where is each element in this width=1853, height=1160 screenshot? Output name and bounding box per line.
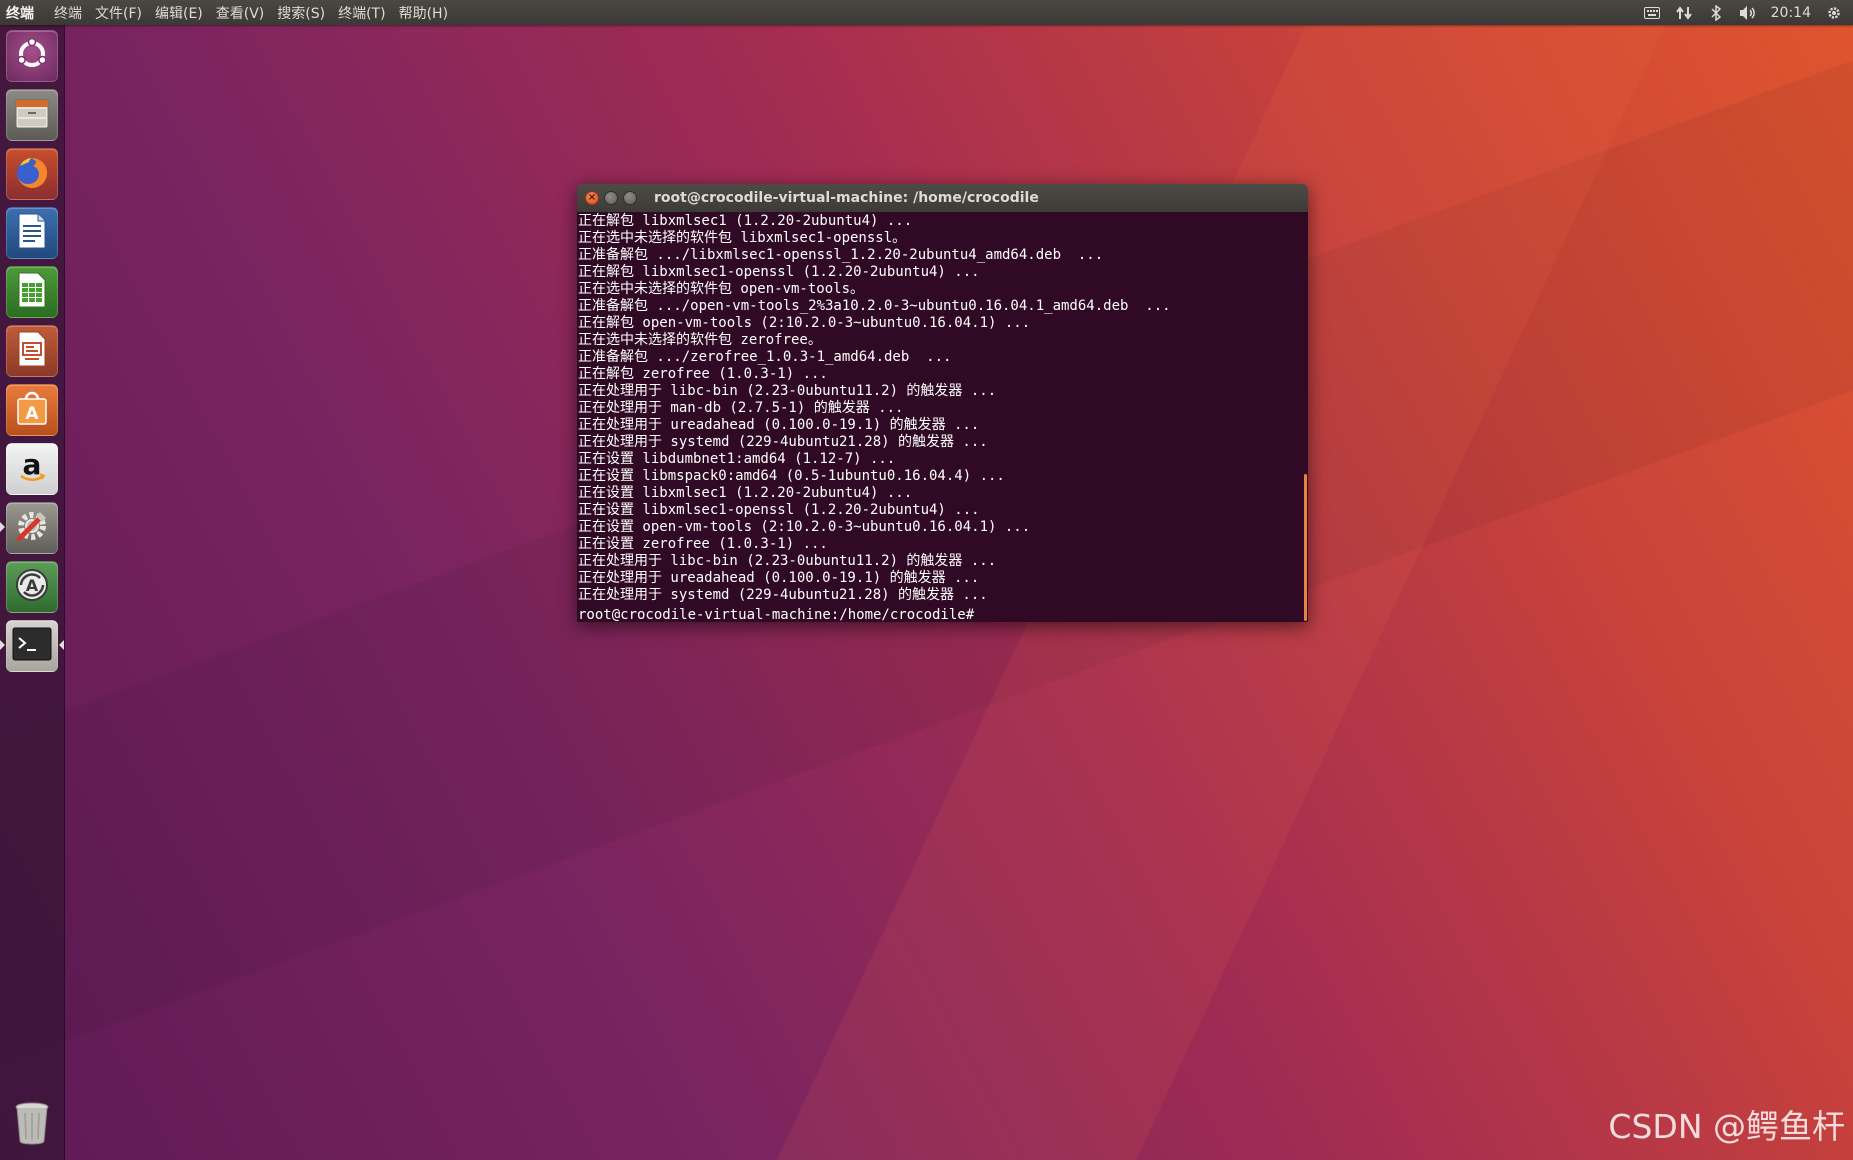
terminal-line: 正准备解包 .../libxmlsec1-openssl_1.2.20-2ubu… bbox=[578, 247, 1104, 263]
terminal-line: 正在设置 libdumbnet1:amd64 (1.12-7) ... bbox=[578, 451, 896, 467]
launcher-files[interactable] bbox=[6, 89, 58, 141]
launcher-firefox[interactable] bbox=[6, 148, 58, 200]
software-bag-icon: A bbox=[13, 389, 51, 431]
launcher-dash-home[interactable] bbox=[6, 30, 58, 82]
terminal-icon bbox=[12, 627, 52, 665]
amazon-icon: a bbox=[13, 448, 51, 490]
terminal-line: 正在处理用于 libc-bin (2.23-0ubuntu11.2) 的触发器 … bbox=[578, 553, 997, 569]
launcher-amazon[interactable]: a bbox=[6, 443, 58, 495]
launcher-system-settings[interactable] bbox=[6, 502, 58, 554]
window-titlebar[interactable]: × root@crocodile-virtual-machine: /home/… bbox=[577, 184, 1308, 212]
launcher-libreoffice-impress[interactable] bbox=[6, 325, 58, 377]
terminal-line: 正在处理用于 systemd (229-4ubuntu21.28) 的触发器 .… bbox=[578, 587, 988, 603]
calc-spreadsheet-icon bbox=[15, 271, 49, 313]
active-app-name: 终端 bbox=[6, 5, 34, 22]
desktop-wallpaper: 终端 终端 文件(F) 编辑(E) 查看(V) 搜索(S) 终端(T) 帮助(H… bbox=[0, 0, 1853, 1160]
window-title: root@crocodile-virtual-machine: /home/cr… bbox=[654, 190, 1039, 206]
terminal-line: 正在解包 zerofree (1.0.3-1) ... bbox=[578, 366, 828, 382]
launcher-software-updater[interactable]: A bbox=[6, 561, 58, 613]
keyboard-icon[interactable] bbox=[1643, 4, 1661, 22]
close-icon: × bbox=[587, 192, 597, 203]
prompt-text: root@crocodile-virtual-machine:/home/cro… bbox=[578, 607, 975, 622]
ubuntu-logo-icon bbox=[15, 37, 49, 75]
terminal-line: 正在处理用于 systemd (229-4ubuntu21.28) 的触发器 .… bbox=[578, 434, 988, 450]
launcher-ubuntu-software[interactable]: A bbox=[6, 384, 58, 436]
settings-tools-icon bbox=[12, 506, 52, 550]
terminal-line: 正在处理用于 ureadahead (0.100.0-19.1) 的触发器 ..… bbox=[578, 570, 980, 586]
menu-view[interactable]: 查看(V) bbox=[210, 3, 271, 23]
menu-terminal-t[interactable]: 终端(T) bbox=[332, 3, 391, 23]
terminal-line: 正在设置 open-vm-tools (2:10.2.0-3~ubuntu0.1… bbox=[578, 519, 1031, 535]
terminal-scrollbar[interactable] bbox=[1304, 474, 1307, 621]
network-arrows-icon[interactable] bbox=[1675, 4, 1693, 22]
window-close-button[interactable]: × bbox=[585, 191, 599, 205]
terminal-line: 正在解包 libxmlsec1-openssl (1.2.20-2ubuntu4… bbox=[578, 264, 980, 280]
launcher-terminal[interactable] bbox=[6, 620, 58, 672]
menu-edit[interactable]: 编辑(E) bbox=[149, 3, 209, 23]
top-panel: 终端 终端 文件(F) 编辑(E) 查看(V) 搜索(S) 终端(T) 帮助(H… bbox=[0, 0, 1853, 25]
window-minimize-button[interactable] bbox=[604, 191, 618, 205]
text-cursor bbox=[974, 604, 982, 619]
bluetooth-icon[interactable] bbox=[1707, 4, 1725, 22]
launcher-libreoffice-writer[interactable] bbox=[6, 207, 58, 259]
terminal-line: 正在选中未选择的软件包 open-vm-tools。 bbox=[578, 281, 865, 297]
terminal-line: 正准备解包 .../zerofree_1.0.3-1_amd64.deb ... bbox=[578, 349, 952, 365]
updater-icon: A bbox=[12, 565, 52, 609]
volume-icon[interactable] bbox=[1739, 4, 1757, 22]
clock[interactable]: 20:14 bbox=[1771, 5, 1811, 21]
terminal-prompt[interactable]: root@crocodile-virtual-machine:/home/cro… bbox=[578, 604, 1308, 622]
launcher-trash[interactable] bbox=[6, 1098, 58, 1150]
terminal-line: 正在设置 zerofree (1.0.3-1) ... bbox=[578, 536, 828, 552]
terminal-line: 正在设置 libmspack0:amd64 (0.5-1ubuntu0.16.0… bbox=[578, 468, 1005, 484]
terminal-line: 正在处理用于 man-db (2.7.5-1) 的触发器 ... bbox=[578, 400, 904, 416]
svg-text:A: A bbox=[26, 576, 39, 595]
menu-help[interactable]: 帮助(H) bbox=[393, 3, 454, 23]
terminal-output[interactable]: 正在解包 libxmlsec1 (1.2.20-2ubuntu4) ... 正在… bbox=[577, 212, 1308, 622]
terminal-line: 正在解包 open-vm-tools (2:10.2.0-3~ubuntu0.1… bbox=[578, 315, 1031, 331]
impress-presentation-icon bbox=[15, 330, 49, 372]
terminal-line: 正在处理用于 libc-bin (2.23-0ubuntu11.2) 的触发器 … bbox=[578, 383, 997, 399]
svg-text:A: A bbox=[25, 404, 39, 424]
launcher-active-indicator bbox=[0, 640, 5, 650]
trash-icon bbox=[12, 1099, 52, 1149]
menu-file[interactable]: 文件(F) bbox=[89, 3, 148, 23]
terminal-line: 正在选中未选择的软件包 libxmlsec1-openssl。 bbox=[578, 230, 907, 246]
watermark: CSDN @鳄鱼杆 bbox=[1608, 1107, 1845, 1146]
launcher-libreoffice-calc[interactable] bbox=[6, 266, 58, 318]
gear-icon[interactable] bbox=[1825, 4, 1843, 22]
indicator-area: 20:14 bbox=[1643, 4, 1853, 22]
terminal-line: 正在解包 libxmlsec1 (1.2.20-2ubuntu4) ... bbox=[578, 213, 913, 229]
window-maximize-button[interactable] bbox=[623, 191, 637, 205]
terminal-line: 正在设置 libxmlsec1 (1.2.20-2ubuntu4) ... bbox=[578, 485, 913, 501]
launcher: A a A bbox=[0, 25, 65, 1160]
menu-terminal[interactable]: 终端 bbox=[48, 3, 88, 23]
terminal-line: 正在处理用于 ureadahead (0.100.0-19.1) 的触发器 ..… bbox=[578, 417, 980, 433]
launcher-running-indicator bbox=[0, 522, 5, 532]
terminal-window[interactable]: × root@crocodile-virtual-machine: /home/… bbox=[577, 184, 1308, 622]
terminal-line: 正在选中未选择的软件包 zerofree。 bbox=[578, 332, 822, 348]
terminal-line: 正准备解包 .../open-vm-tools_2%3a10.2.0-3~ubu… bbox=[578, 298, 1171, 314]
launcher-focused-indicator bbox=[59, 640, 64, 650]
svg-text:a: a bbox=[23, 448, 42, 481]
menu-search[interactable]: 搜索(S) bbox=[271, 3, 331, 23]
file-cabinet-icon bbox=[13, 94, 51, 136]
writer-document-icon bbox=[15, 212, 49, 254]
terminal-line: 正在设置 libxmlsec1-openssl (1.2.20-2ubuntu4… bbox=[578, 502, 980, 518]
firefox-icon bbox=[12, 152, 52, 196]
